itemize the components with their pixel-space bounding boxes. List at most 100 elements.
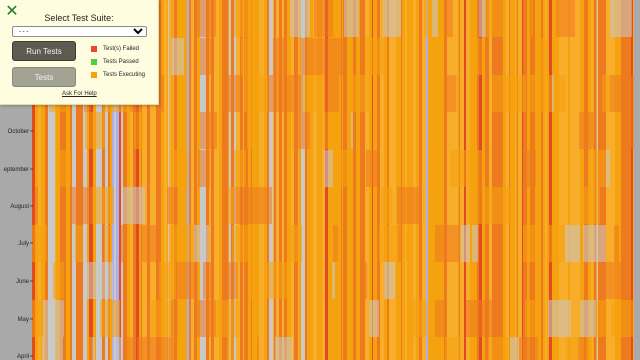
timeline-segment — [467, 187, 476, 224]
timeline-segment — [234, 187, 251, 224]
timeline-stripe — [191, 0, 194, 360]
timeline-segment — [535, 38, 547, 75]
timeline-segment — [159, 262, 176, 299]
timeline-segment — [121, 225, 125, 262]
timeline-segment — [53, 262, 64, 299]
timeline-segment — [508, 75, 526, 112]
timeline-segment — [475, 38, 485, 75]
timeline-segment — [227, 262, 238, 299]
timeline-stripe — [520, 0, 522, 360]
timeline-segment — [104, 225, 109, 262]
timeline-segment — [251, 187, 272, 224]
timeline-stripe — [298, 0, 299, 360]
month-label: April — [17, 354, 29, 360]
timeline-segment — [584, 187, 597, 224]
timeline-stripe — [610, 0, 611, 360]
timeline-segment — [229, 187, 234, 224]
timeline-segment — [454, 225, 459, 262]
timeline-segment — [167, 187, 178, 224]
timeline-stripe — [515, 0, 516, 360]
timeline-segment — [530, 75, 552, 112]
timeline-segment — [606, 150, 610, 187]
timeline-segment — [292, 112, 294, 149]
timeline-stripe — [402, 0, 405, 360]
timeline-segment — [456, 75, 458, 112]
timeline-segment — [194, 0, 216, 37]
timeline-segment — [632, 300, 634, 337]
timeline-segment — [586, 337, 592, 360]
timeline-segment — [241, 38, 259, 75]
timeline-segment — [556, 0, 575, 37]
timeline-segment — [145, 337, 154, 360]
legend-swatch-executing — [91, 72, 97, 78]
timeline-stripe — [574, 0, 576, 360]
run-tests-button[interactable]: Run Tests — [12, 41, 76, 61]
timeline-stripe — [444, 0, 447, 360]
timeline-segment — [548, 300, 571, 337]
timeline-segment — [529, 262, 531, 299]
timeline-segment — [333, 150, 347, 187]
timeline-stripe — [401, 0, 402, 360]
legend-label-failed: Test(s) Failed — [103, 46, 140, 52]
timeline-segment — [171, 225, 194, 262]
timeline-segment — [344, 0, 359, 37]
timeline-segment — [397, 187, 419, 224]
timeline-segment — [492, 75, 508, 112]
timeline-segment — [476, 187, 499, 224]
timeline-segment — [406, 225, 411, 262]
timeline-segment — [369, 300, 379, 337]
timeline-segment — [323, 38, 343, 75]
timeline-segment — [216, 300, 239, 337]
timeline-segment — [444, 75, 456, 112]
timeline-segment — [590, 150, 606, 187]
timeline-segment — [35, 187, 38, 224]
timeline-segment — [290, 0, 310, 37]
timeline-segment — [447, 0, 453, 37]
timeline-stripe — [387, 0, 389, 360]
timeline-segment — [284, 75, 303, 112]
timeline-segment — [364, 262, 367, 299]
timeline-segment — [379, 225, 398, 262]
timeline-segment — [247, 112, 255, 149]
legend-label-passed: Tests Passed — [103, 59, 139, 65]
test-suite-select[interactable]: - - - — [12, 26, 147, 37]
timeline-stripe — [264, 0, 267, 360]
timeline-stripe — [509, 0, 510, 360]
tests-button[interactable]: Tests — [12, 67, 76, 87]
timeline-stripe — [349, 0, 353, 360]
timeline-segment — [566, 337, 578, 360]
timeline-segment — [75, 225, 83, 262]
panel-title: Select Test Suite: — [44, 13, 114, 23]
timeline-segment — [614, 225, 619, 262]
timeline-segment — [266, 262, 289, 299]
timeline-segment — [602, 75, 610, 112]
timeline-segment — [234, 0, 236, 37]
timeline-stripe — [428, 0, 429, 360]
timeline-segment — [554, 75, 566, 112]
ask-for-help-link[interactable]: Ask For Help — [62, 91, 97, 97]
timeline-segment — [301, 38, 323, 75]
timeline-segment — [384, 262, 395, 299]
timeline-segment — [247, 75, 268, 112]
timeline-stripe — [517, 0, 518, 360]
timeline-segment — [408, 300, 425, 337]
timeline-segment — [479, 0, 486, 37]
timeline-segment — [299, 112, 310, 149]
timeline-segment — [236, 0, 256, 37]
timeline-segment — [85, 112, 105, 149]
timeline-segment — [398, 225, 401, 262]
month-label: July — [18, 241, 29, 247]
timeline-segment — [553, 225, 565, 262]
timeline-segment — [432, 0, 438, 37]
timeline-segment — [100, 300, 120, 337]
timeline-segment — [275, 337, 293, 360]
timeline-segment — [232, 225, 254, 262]
legend-label-executing: Tests Executing — [103, 72, 146, 78]
timeline-segment — [324, 150, 333, 187]
timeline-segment — [435, 300, 444, 337]
timeline-segment — [596, 300, 607, 337]
timeline-segment — [137, 337, 145, 360]
timeline-segment — [314, 0, 333, 37]
month-label: August — [10, 204, 29, 210]
timeline-segment — [580, 300, 596, 337]
